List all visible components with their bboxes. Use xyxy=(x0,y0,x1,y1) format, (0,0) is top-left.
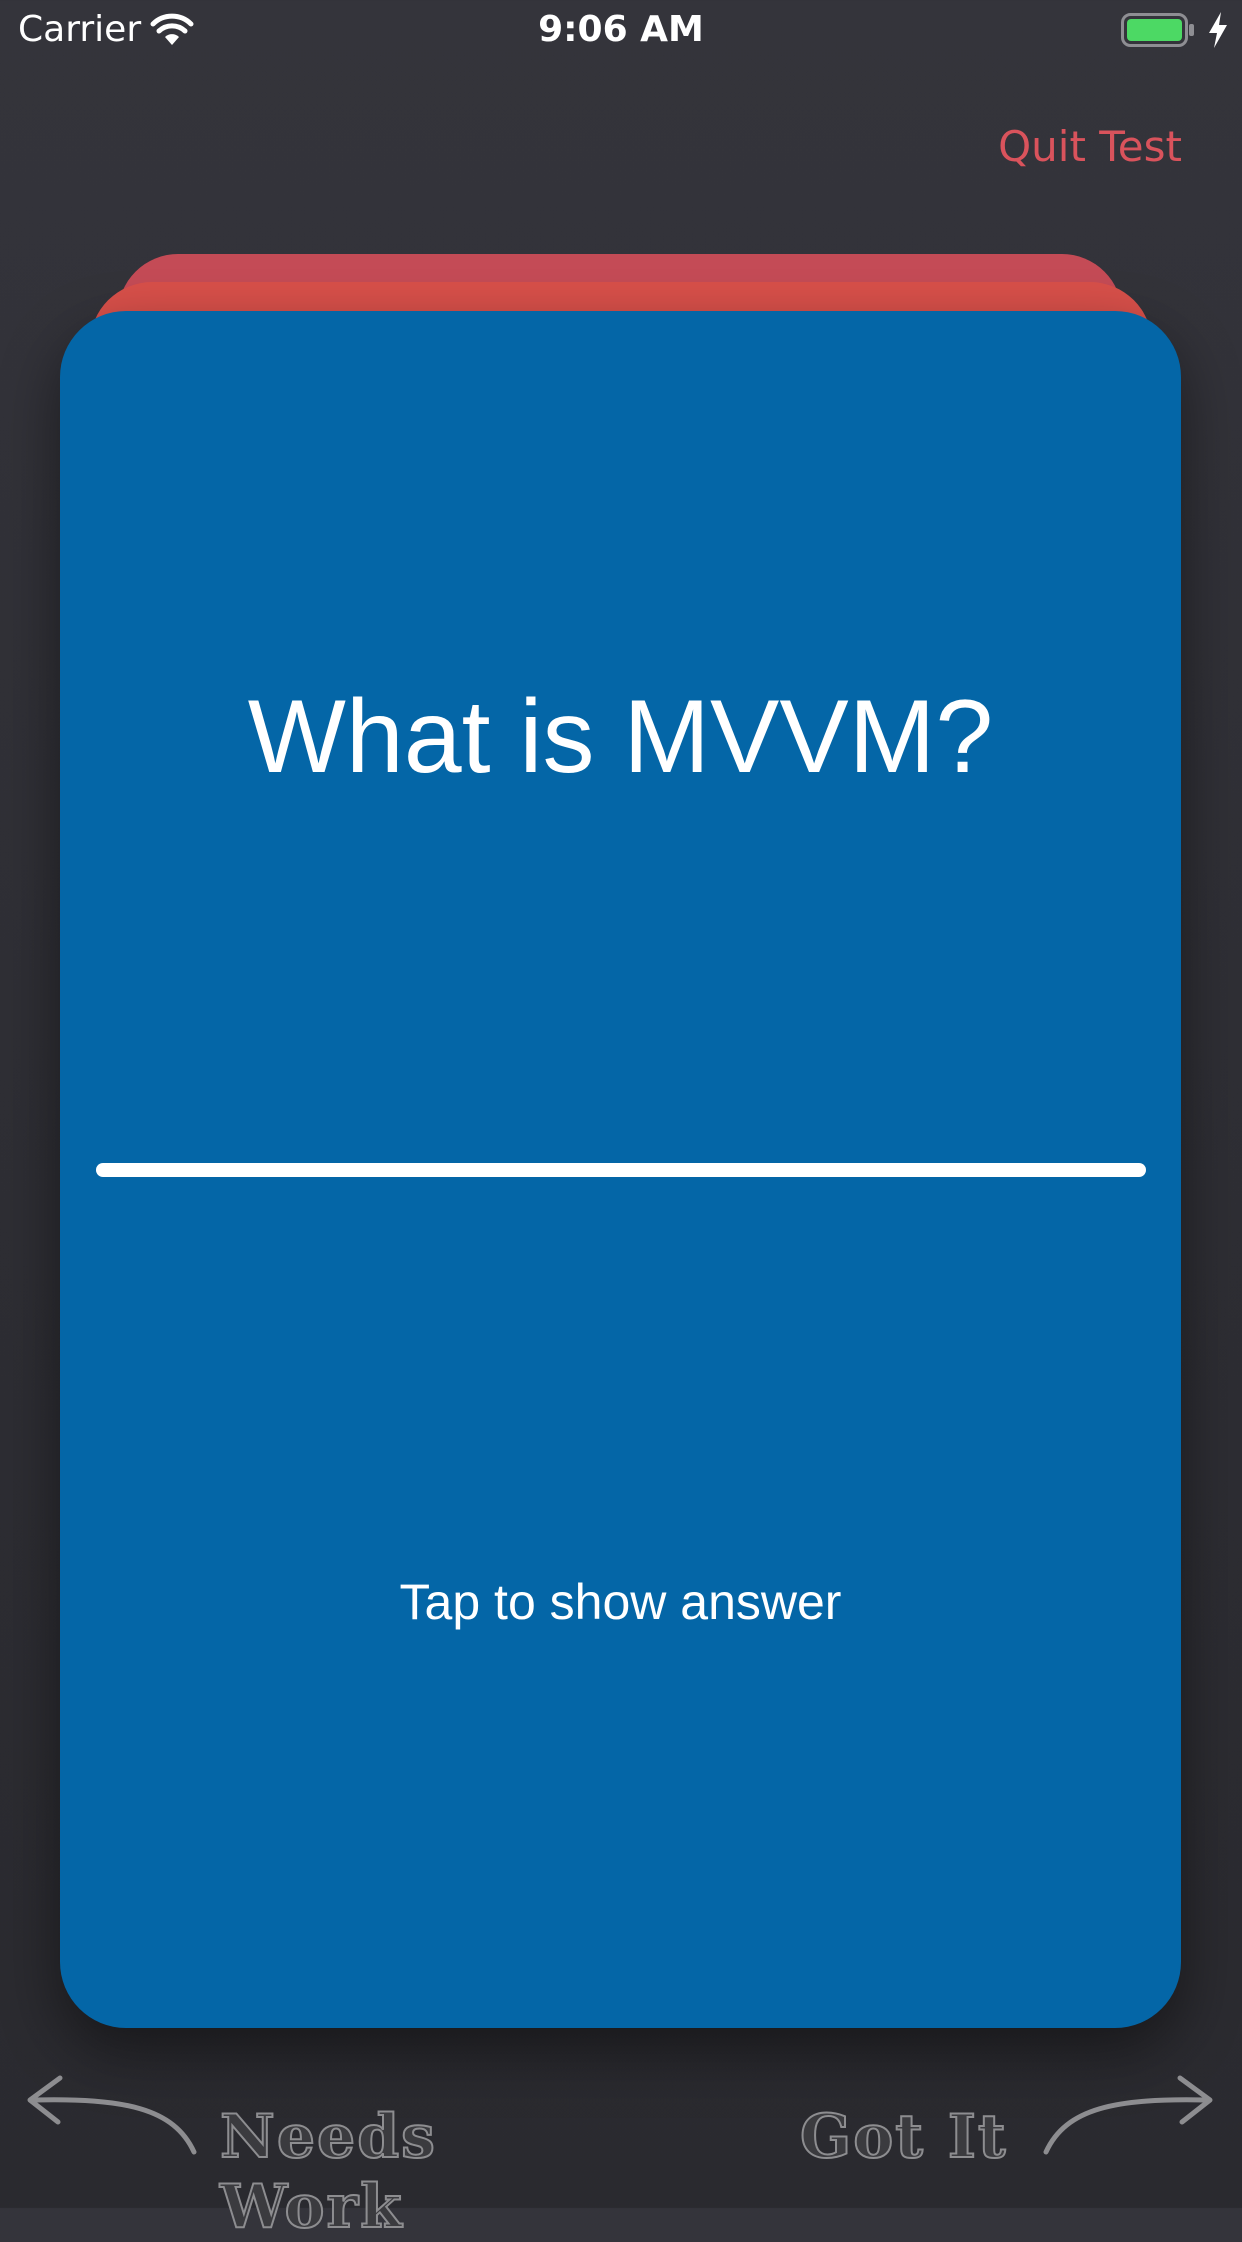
curved-arrow-left-icon xyxy=(27,2075,197,2155)
status-bar: Carrier 9:06 AM xyxy=(0,0,1242,60)
needs-work-button[interactable]: Needs Work xyxy=(14,2048,634,2242)
clock: 9:06 AM xyxy=(538,9,704,50)
charging-bolt-icon xyxy=(1209,12,1227,48)
needs-work-label: Needs Work xyxy=(219,2101,437,2242)
battery-icon xyxy=(1121,13,1194,47)
curved-arrow-right-icon xyxy=(1043,2075,1213,2155)
got-it-button[interactable]: Got It xyxy=(796,2048,1226,2198)
quit-test-button[interactable]: Quit Test xyxy=(998,122,1182,171)
card-divider xyxy=(96,1163,1146,1177)
flashcard[interactable]: What is MVVM? Tap to show answer xyxy=(60,311,1181,2028)
tap-to-show-answer-hint: Tap to show answer xyxy=(399,1574,842,1630)
question-text: What is MVVM? xyxy=(247,679,994,795)
got-it-label: Got It xyxy=(799,2101,1008,2173)
